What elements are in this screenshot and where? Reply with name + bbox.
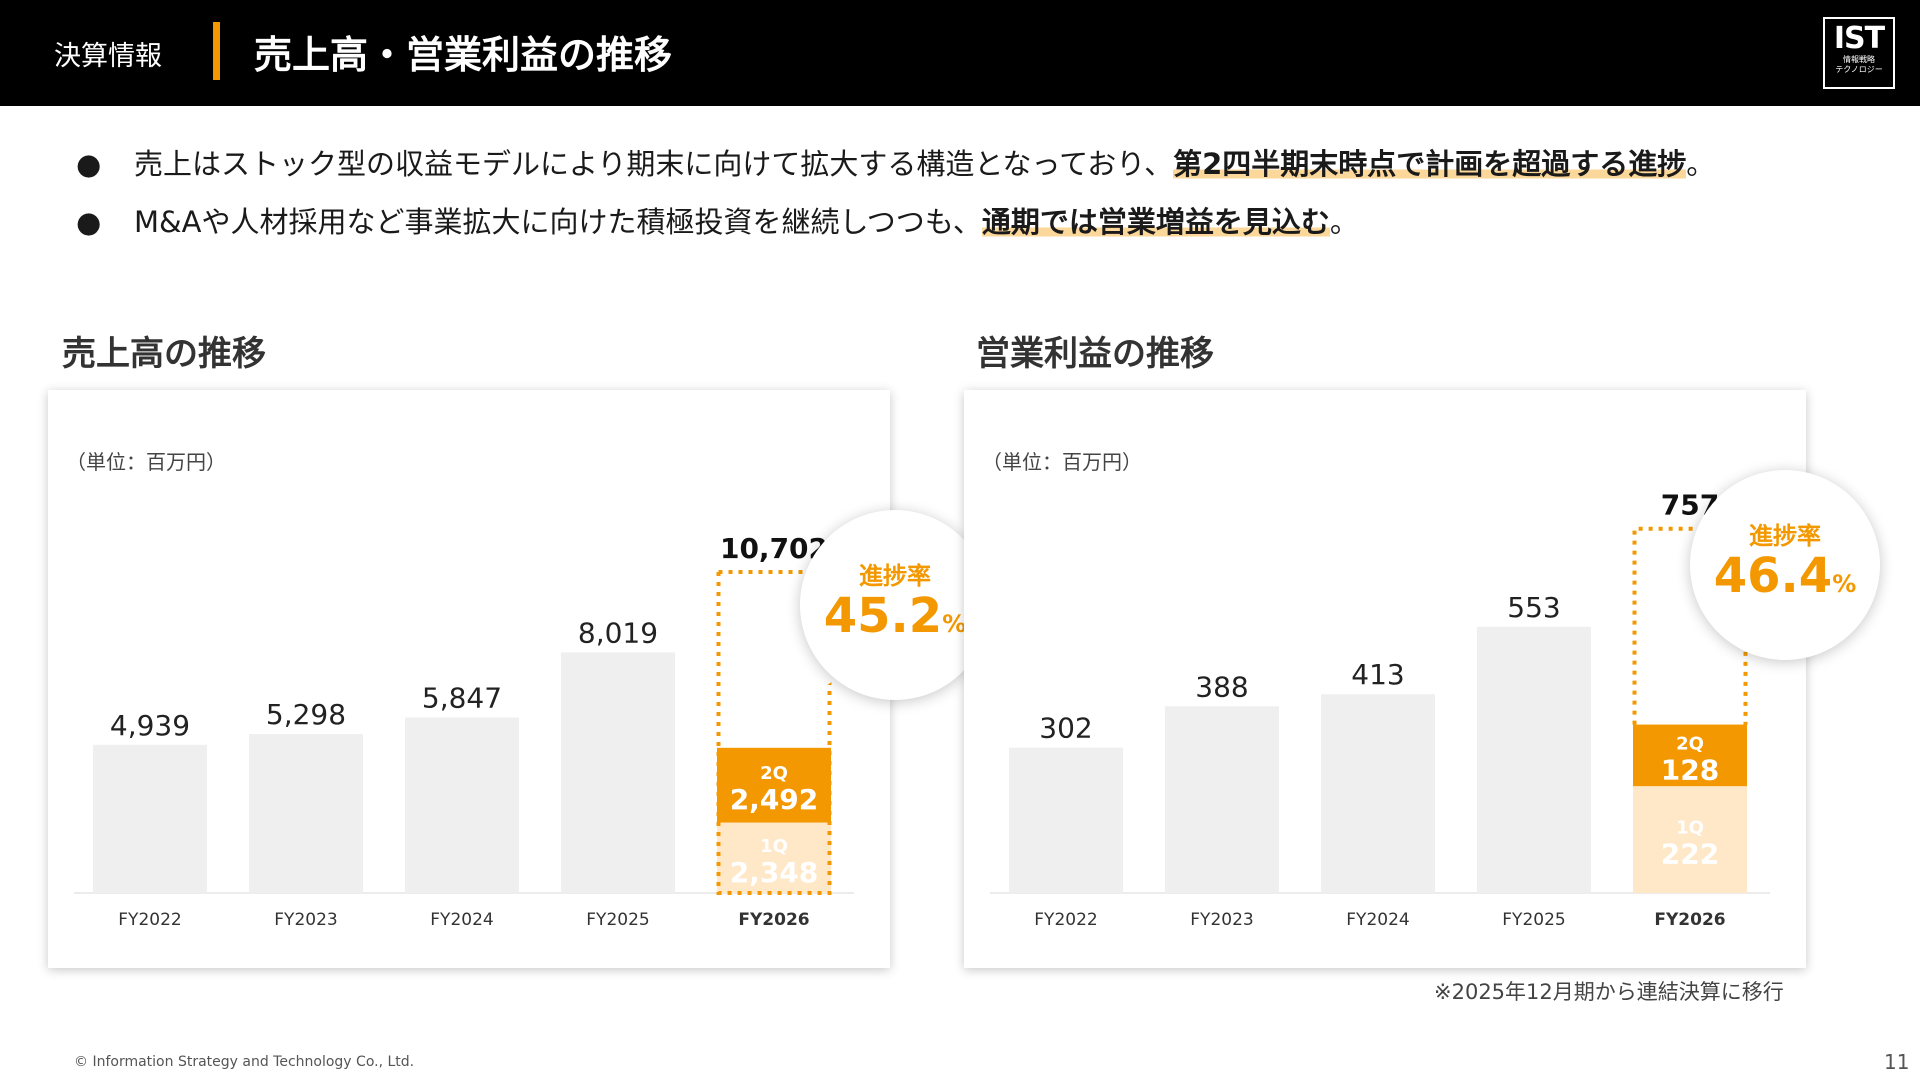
company-logo: IST 情報戦略 テクノロジー <box>1823 17 1895 89</box>
x-tick-label: FY2025 <box>586 910 649 930</box>
bar <box>561 652 675 893</box>
profit-chart-panel: （単位：百万円） FY2022 302 FY2023 388 FY2024 413 FY20… <box>964 390 1880 968</box>
sales-bar-chart: FY2022 4,939 FY2023 5,298 FY2024 5,847 FY2025 8… <box>74 532 854 930</box>
bullet-marker: ● <box>76 205 102 239</box>
progress-value: 46.4% <box>1713 548 1857 604</box>
bar-value-label: 553 <box>1507 591 1560 624</box>
logo-mark: IST <box>1833 21 1885 56</box>
x-tick-label: FY2025 <box>1502 910 1565 930</box>
bar-value-label: 5,847 <box>422 682 502 715</box>
bar <box>1477 626 1591 893</box>
bar-value-label: 8,019 <box>578 616 658 649</box>
page-title: 売上高・営業利益の推移 <box>254 33 673 77</box>
logo-subtext-2: テクノロジー <box>1835 65 1883 74</box>
bar-value-label: 413 <box>1351 658 1404 691</box>
bar <box>93 744 207 893</box>
q2-name-label: 2Q <box>1676 733 1704 754</box>
header-accent-divider <box>213 22 220 80</box>
x-tick-label: FY2023 <box>1190 910 1253 930</box>
bullet-text: 売上はストック型の収益モデルにより期末に向けて拡大する構造となっており、第2四半… <box>134 147 1716 181</box>
q2-name-label: 2Q <box>760 763 788 784</box>
bar-value-label: 5,298 <box>266 698 346 731</box>
copyright: © Information Strategy and Technology Co… <box>74 1054 415 1070</box>
progress-value: 45.2% <box>823 588 967 644</box>
progress-label: 進捗率 <box>859 562 931 590</box>
q1-value-label: 222 <box>1661 838 1719 871</box>
profit-bar-chart: FY2022 302 FY2023 388 FY2024 413 FY2025 553 FY20… <box>990 489 1770 930</box>
x-tick-label: FY2022 <box>118 910 181 930</box>
progress-bubble: 進捗率 46.4% <box>1690 470 1890 670</box>
x-tick-label: FY2023 <box>274 910 337 930</box>
bullet-highlight: 通期では営業増益を見込む <box>981 205 1330 239</box>
progress-unit: % <box>942 610 967 638</box>
bar <box>405 717 519 893</box>
summary-bullets: ● 売上はストック型の収益モデルにより期末に向けて拡大する構造となっており、第2… <box>76 144 1876 260</box>
sales-chart-panel: （単位：百万円） FY2022 4,939 FY2023 5,298 FY2024 5,8… <box>48 390 990 968</box>
x-tick-label: FY2022 <box>1034 910 1097 930</box>
q1-value-label: 2,348 <box>730 856 819 889</box>
progress-circle: 進捗率 46.4% <box>1690 470 1880 660</box>
bar-value-label: 388 <box>1195 670 1248 703</box>
progress-circle: 進捗率 45.2% <box>800 510 990 700</box>
bullet-item: ● M&Aや人材採用など事業拡大に向けた積極投資を継続しつつも、通期では営業増益… <box>76 202 1876 260</box>
sales-chart-title: 売上高の推移 <box>62 334 266 374</box>
bullet-highlight: 第2四半期末時点で計画を超過する進捗 <box>1173 147 1687 181</box>
header-bar: 決算情報 売上高・営業利益の推移 IST 情報戦略 テクノロジー <box>0 0 1920 106</box>
x-tick-label: FY2026 <box>1654 910 1725 930</box>
progress-label: 進捗率 <box>1749 522 1821 550</box>
section-category: 決算情報 <box>54 41 162 72</box>
page-number: 11 <box>1884 1050 1910 1074</box>
bullet-text: M&Aや人材採用など事業拡大に向けた積極投資を継続しつつも、通期では営業増益を見… <box>134 205 1359 239</box>
bullet-item: ● 売上はストック型の収益モデルにより期末に向けて拡大する構造となっており、第2… <box>76 144 1876 202</box>
x-tick-label: FY2024 <box>430 910 493 930</box>
logo-subtext-1: 情報戦略 <box>1843 55 1875 64</box>
q2-value-label: 2,492 <box>730 783 819 816</box>
x-tick-label: FY2026 <box>738 910 809 930</box>
bar-value-label: 302 <box>1039 712 1092 745</box>
bar <box>1321 694 1435 893</box>
bar <box>249 734 363 893</box>
q1-name-label: 1Q <box>1676 818 1704 839</box>
bar <box>1165 706 1279 893</box>
x-tick-label: FY2024 <box>1346 910 1409 930</box>
bullet-marker: ● <box>76 147 102 181</box>
progress-unit: % <box>1832 570 1857 598</box>
bar <box>1009 747 1123 893</box>
bar-value-label: 4,939 <box>110 709 190 742</box>
footnote: ※2025年12月期から連結決算に移行 <box>1434 980 1784 1004</box>
q1-name-label: 1Q <box>760 836 788 857</box>
profit-chart-title: 営業利益の推移 <box>976 334 1214 374</box>
q2-value-label: 128 <box>1661 753 1719 786</box>
